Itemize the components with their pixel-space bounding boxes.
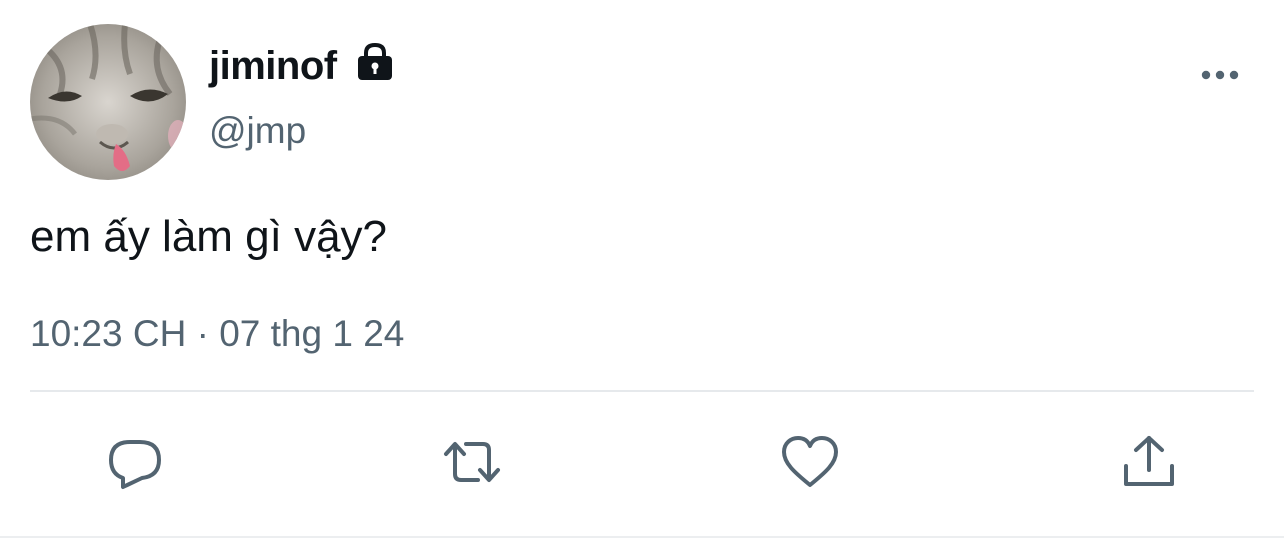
more-horizontal-icon	[1201, 70, 1239, 80]
tweet-date: 07 thg 1 24	[219, 313, 405, 354]
tweet-text: em ấy làm gì vậy?	[30, 212, 388, 261]
meta-separator: ·	[196, 313, 209, 354]
more-options-button[interactable]	[1196, 62, 1246, 88]
avatar-image	[30, 24, 186, 180]
avatar[interactable]	[30, 24, 186, 180]
reply-icon	[109, 440, 161, 489]
tweet-time: 10:23 CH	[30, 313, 187, 354]
lock-icon	[354, 40, 396, 82]
like-button[interactable]	[780, 432, 840, 492]
share-button[interactable]	[1119, 432, 1179, 492]
share-icon	[1124, 436, 1174, 486]
reply-button[interactable]	[105, 432, 165, 492]
like-icon	[782, 436, 838, 487]
user-handle[interactable]: @jmp	[209, 106, 306, 156]
tweet-timestamp[interactable]: 10:23 CH · 07 thg 1 24	[30, 310, 404, 358]
retweet-icon	[444, 442, 500, 482]
retweet-button[interactable]	[442, 432, 502, 492]
bottom-border	[0, 536, 1284, 538]
divider	[30, 390, 1254, 392]
display-name[interactable]: jiminof	[209, 38, 337, 94]
